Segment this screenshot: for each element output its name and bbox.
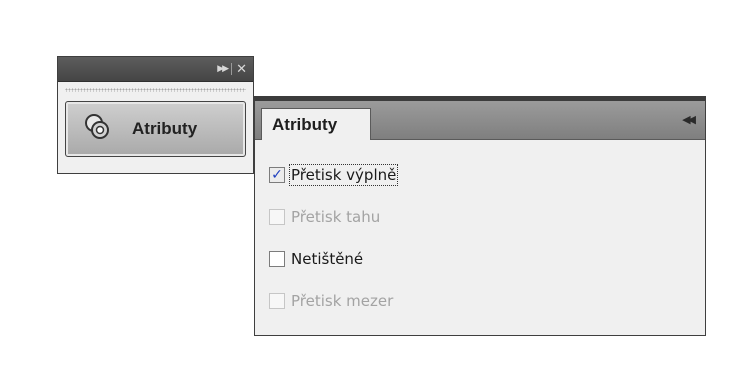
nonprinting-label: Netištěné [291,250,364,268]
attributes-panel: Atributy ◀◀ ✓ Přetisk výplně Přetisk tah… [254,96,706,336]
overprint-gap-checkbox [269,293,285,309]
double-left-arrows-icon[interactable]: ◀◀ [682,113,696,126]
canvas: ▶▶ ✕ Atributy Atributy ◀◀ ✓ Přetisk výpl… [0,0,736,372]
titlebar-separator [231,63,233,75]
overprint-gap-label: Přetisk mezer [291,292,394,310]
panel-titlebar: ▶▶ ✕ [58,57,253,82]
option-overprint-fill[interactable]: ✓ Přetisk výplně [269,164,399,186]
overprint-stroke-checkbox [269,209,285,225]
overprint-stroke-label: Přetisk tahu [291,208,381,226]
option-overprint-stroke: Přetisk tahu [269,206,380,228]
collapsed-panel-dock: ▶▶ ✕ Atributy [57,56,254,174]
double-right-arrows-icon[interactable]: ▶▶ [217,64,229,74]
overprint-fill-checkbox[interactable]: ✓ [269,167,285,183]
tab-attributes[interactable]: Atributy [261,108,371,140]
nonprinting-checkbox[interactable] [269,251,285,267]
attributes-icon [82,112,112,146]
close-icon[interactable]: ✕ [236,63,247,76]
option-overprint-gap: Přetisk mezer [269,290,393,312]
attributes-panel-button[interactable]: Atributy [65,101,246,157]
overprint-fill-label: Přetisk výplně [288,164,399,186]
checkmark-icon: ✓ [271,167,283,183]
option-nonprinting[interactable]: Netištěné [269,248,363,270]
panel-gripper[interactable] [65,88,246,92]
attributes-button-label: Atributy [132,119,198,138]
titlebar-controls: ▶▶ ✕ [217,60,247,78]
panel-tab-bar: Atributy ◀◀ [255,101,705,140]
